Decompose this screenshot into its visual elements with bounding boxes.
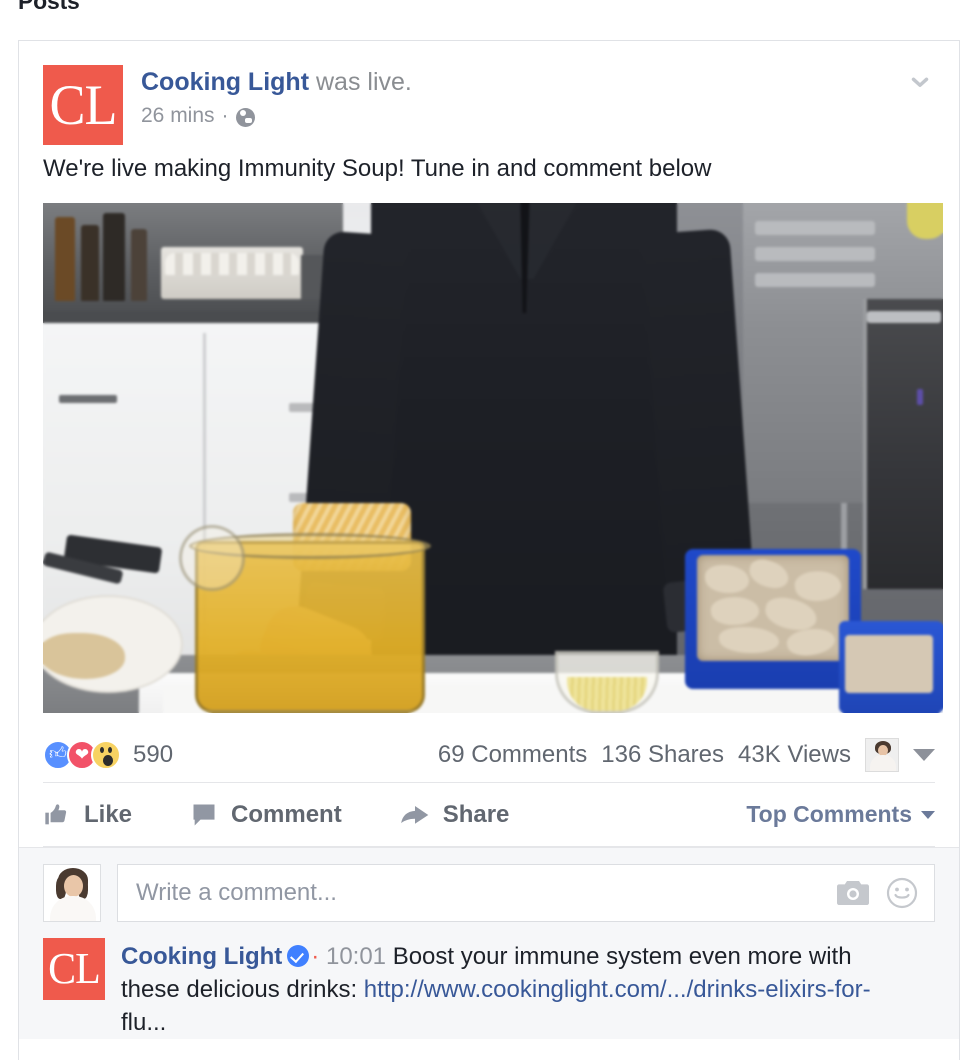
viewer-avatar[interactable] (865, 737, 899, 772)
current-user-avatar[interactable] (43, 864, 101, 922)
post-header-text: Cooking Light was live. 26 mins · (141, 67, 412, 128)
author-avatar[interactable]: CL (43, 65, 123, 145)
comment-author-avatar[interactable]: CL (43, 938, 105, 1000)
compose-icons (836, 877, 918, 909)
comment-link[interactable]: http://www.cookinglight.com/.../drinks-e… (364, 976, 871, 1003)
post-meta: 26 mins · (141, 104, 412, 128)
comment-item: CL Cooking Light · 10:01 Boost your immun… (43, 938, 935, 1039)
facebook-post-page: Posts CL Cooking Light was live. 26 mins… (0, 0, 978, 1060)
page-title: Posts (18, 0, 80, 14)
comment-button-label: Comment (231, 800, 342, 828)
post-action-bar: Like Comment Share Top Comments (43, 783, 935, 847)
cooking-light-logo-text: CL (48, 944, 101, 994)
meta-separator: · (221, 104, 229, 127)
comment-dot: · (311, 943, 320, 970)
post-action-text: was live. (315, 68, 412, 96)
cooking-light-logo-text: CL (49, 73, 117, 137)
views-count[interactable]: 43K Views (738, 741, 851, 769)
share-button-label: Share (442, 800, 510, 828)
globe-icon[interactable] (235, 107, 255, 127)
post-options-button[interactable] (907, 69, 933, 95)
thumbs-up-icon (45, 803, 67, 824)
author-line: Cooking Light was live. (141, 67, 412, 97)
comment-button[interactable]: Comment (190, 801, 342, 829)
share-button[interactable]: Share (400, 800, 510, 829)
post-timestamp[interactable]: 26 mins (141, 104, 215, 128)
live-video-player[interactable] (43, 203, 943, 713)
comment-input[interactable]: Write a comment... (117, 864, 935, 922)
comment-text-block: Cooking Light · 10:01 Boost your immune s… (121, 938, 911, 1039)
camera-icon[interactable] (836, 879, 870, 907)
video-frame-image (43, 203, 943, 713)
stats-dropdown-caret-icon[interactable] (913, 748, 935, 761)
wow-reaction-icon (91, 739, 121, 770)
share-arrow-icon (400, 805, 428, 824)
comment-input-placeholder: Write a comment... (136, 879, 337, 906)
comments-section: Write a comment... CL Cooking Light · 10… (19, 847, 959, 1039)
emoji-smiley-icon[interactable] (886, 877, 918, 909)
reaction-summary-bar: 👍︎ ❤︎ 590 69 Comments 136 Shares 43K Vie… (43, 727, 935, 783)
comment-text-clipped: flu... (121, 1009, 167, 1036)
comment-author-name[interactable]: Cooking Light (121, 943, 282, 970)
post-stats: 69 Comments 136 Shares 43K Views (438, 737, 935, 772)
post-header: CL Cooking Light was live. 26 mins · (19, 41, 959, 149)
post-card: CL Cooking Light was live. 26 mins · We'… (18, 40, 960, 1060)
like-button[interactable]: Like (43, 801, 132, 829)
comment-bubble-icon (193, 804, 215, 825)
comment-sort-label: Top Comments (746, 801, 912, 827)
shares-count[interactable]: 136 Shares (601, 741, 724, 769)
author-name-link[interactable]: Cooking Light (141, 68, 309, 96)
comment-sort-dropdown[interactable]: Top Comments (746, 801, 935, 828)
verified-badge-icon (287, 945, 310, 967)
chevron-down-icon (921, 810, 935, 819)
post-message: We're live making Immunity Soup! Tune in… (43, 155, 712, 182)
chevron-down-icon (911, 77, 929, 87)
comments-count[interactable]: 69 Comments (438, 741, 587, 769)
comment-timestamp[interactable]: 10:01 (326, 943, 386, 970)
reaction-count[interactable]: 590 (133, 741, 173, 769)
comment-compose-row: Write a comment... (43, 864, 935, 922)
like-button-label: Like (84, 800, 133, 828)
reaction-icons[interactable]: 👍︎ ❤︎ (43, 739, 121, 770)
